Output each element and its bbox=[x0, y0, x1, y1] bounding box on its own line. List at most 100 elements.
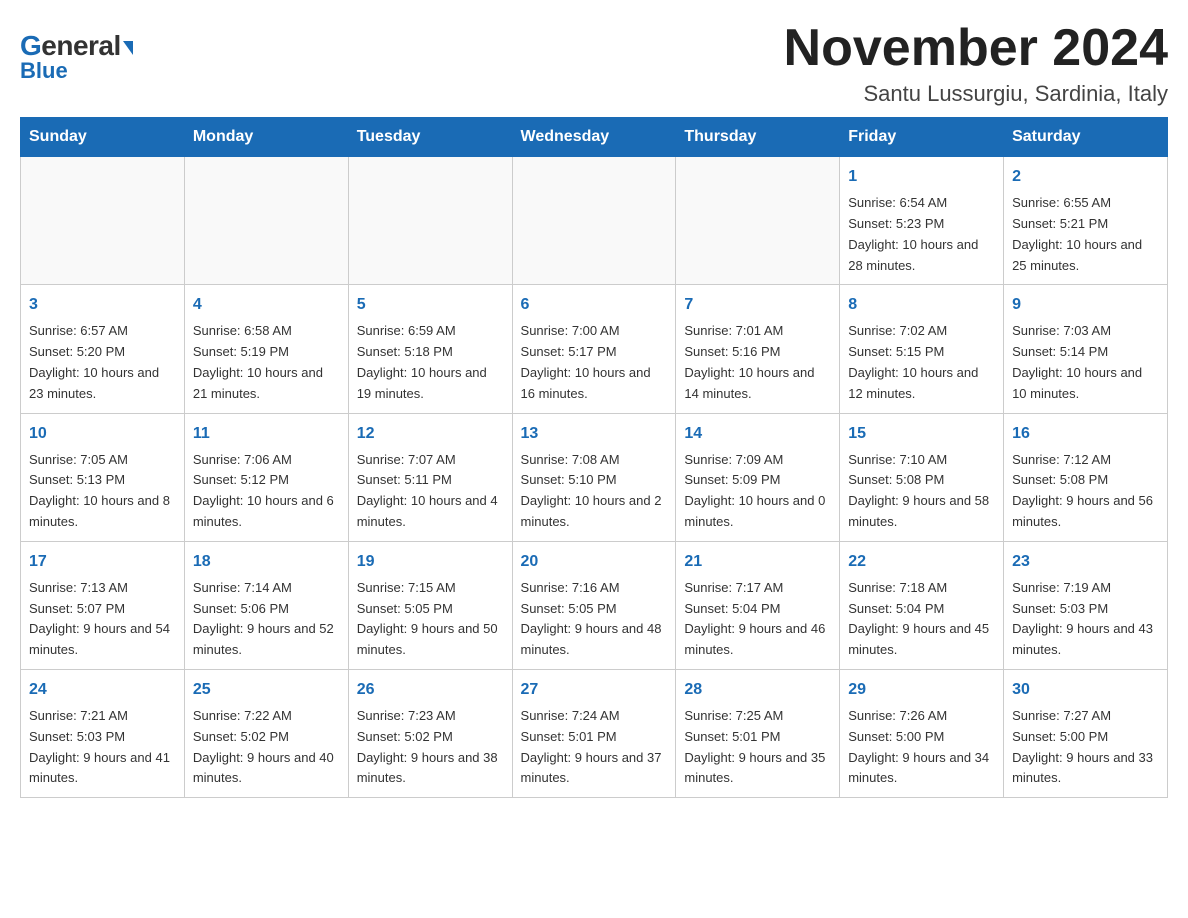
day-info: Sunrise: 7:10 AMSunset: 5:08 PMDaylight:… bbox=[848, 450, 995, 533]
logo: General Blue bbox=[20, 20, 133, 84]
calendar-cell: 4 Sunrise: 6:58 AMSunset: 5:19 PMDaylight… bbox=[184, 285, 348, 413]
day-info: Sunrise: 6:58 AMSunset: 5:19 PMDaylight:… bbox=[193, 321, 340, 404]
day-number: 13 bbox=[521, 422, 668, 446]
day-number: 20 bbox=[521, 550, 668, 574]
day-number: 23 bbox=[1012, 550, 1159, 574]
calendar-cell: 9 Sunrise: 7:03 AMSunset: 5:14 PMDaylight… bbox=[1004, 285, 1168, 413]
week-row-4: 17 Sunrise: 7:13 AMSunset: 5:07 PMDayligh… bbox=[21, 541, 1168, 669]
day-info: Sunrise: 7:21 AMSunset: 5:03 PMDaylight:… bbox=[29, 706, 176, 789]
week-row-5: 24 Sunrise: 7:21 AMSunset: 5:03 PMDayligh… bbox=[21, 669, 1168, 797]
calendar-header-thursday: Thursday bbox=[676, 118, 840, 157]
calendar-header-saturday: Saturday bbox=[1004, 118, 1168, 157]
day-number: 1 bbox=[848, 165, 995, 189]
calendar-cell: 22 Sunrise: 7:18 AMSunset: 5:04 PMDayligh… bbox=[840, 541, 1004, 669]
day-number: 9 bbox=[1012, 293, 1159, 317]
calendar-cell: 1 Sunrise: 6:54 AMSunset: 5:23 PMDaylight… bbox=[840, 157, 1004, 285]
day-number: 21 bbox=[684, 550, 831, 574]
week-row-3: 10 Sunrise: 7:05 AMSunset: 5:13 PMDayligh… bbox=[21, 413, 1168, 541]
calendar-cell: 5 Sunrise: 6:59 AMSunset: 5:18 PMDaylight… bbox=[348, 285, 512, 413]
day-info: Sunrise: 7:05 AMSunset: 5:13 PMDaylight:… bbox=[29, 450, 176, 533]
logo-blue-text: Blue bbox=[20, 58, 68, 84]
day-number: 11 bbox=[193, 422, 340, 446]
calendar-header-tuesday: Tuesday bbox=[348, 118, 512, 157]
day-info: Sunrise: 6:57 AMSunset: 5:20 PMDaylight:… bbox=[29, 321, 176, 404]
day-info: Sunrise: 7:25 AMSunset: 5:01 PMDaylight:… bbox=[684, 706, 831, 789]
calendar-table: SundayMondayTuesdayWednesdayThursdayFrid… bbox=[20, 117, 1168, 798]
day-info: Sunrise: 7:24 AMSunset: 5:01 PMDaylight:… bbox=[521, 706, 668, 789]
calendar-cell: 11 Sunrise: 7:06 AMSunset: 5:12 PMDayligh… bbox=[184, 413, 348, 541]
day-info: Sunrise: 7:14 AMSunset: 5:06 PMDaylight:… bbox=[193, 578, 340, 661]
page-header: General Blue November 2024 Santu Lussurg… bbox=[20, 20, 1168, 107]
day-number: 22 bbox=[848, 550, 995, 574]
day-number: 30 bbox=[1012, 678, 1159, 702]
calendar-cell: 21Sunrise: 7:17 AMSunset: 5:04 PMDayligh… bbox=[676, 541, 840, 669]
calendar-cell: 7 Sunrise: 7:01 AMSunset: 5:16 PMDaylight… bbox=[676, 285, 840, 413]
day-info: Sunrise: 7:23 AMSunset: 5:02 PMDaylight:… bbox=[357, 706, 504, 789]
calendar-cell: 26 Sunrise: 7:23 AMSunset: 5:02 PMDayligh… bbox=[348, 669, 512, 797]
day-info: Sunrise: 7:27 AMSunset: 5:00 PMDaylight:… bbox=[1012, 706, 1159, 789]
calendar-cell: 13 Sunrise: 7:08 AMSunset: 5:10 PMDayligh… bbox=[512, 413, 676, 541]
day-number: 25 bbox=[193, 678, 340, 702]
day-info: Sunrise: 7:09 AMSunset: 5:09 PMDaylight:… bbox=[684, 450, 831, 533]
calendar-cell: 29 Sunrise: 7:26 AMSunset: 5:00 PMDayligh… bbox=[840, 669, 1004, 797]
day-number: 4 bbox=[193, 293, 340, 317]
calendar-cell: 12Sunrise: 7:07 AMSunset: 5:11 PMDayligh… bbox=[348, 413, 512, 541]
day-info: Sunrise: 7:03 AMSunset: 5:14 PMDaylight:… bbox=[1012, 321, 1159, 404]
day-info: Sunrise: 7:26 AMSunset: 5:00 PMDaylight:… bbox=[848, 706, 995, 789]
title-block: November 2024 Santu Lussurgiu, Sardinia,… bbox=[784, 20, 1168, 107]
day-number: 10 bbox=[29, 422, 176, 446]
day-number: 15 bbox=[848, 422, 995, 446]
calendar-cell bbox=[676, 157, 840, 285]
calendar-cell: 15 Sunrise: 7:10 AMSunset: 5:08 PMDayligh… bbox=[840, 413, 1004, 541]
calendar-cell: 24 Sunrise: 7:21 AMSunset: 5:03 PMDayligh… bbox=[21, 669, 185, 797]
day-info: Sunrise: 7:01 AMSunset: 5:16 PMDaylight:… bbox=[684, 321, 831, 404]
calendar-cell: 8Sunrise: 7:02 AMSunset: 5:15 PMDaylight… bbox=[840, 285, 1004, 413]
day-info: Sunrise: 7:13 AMSunset: 5:07 PMDaylight:… bbox=[29, 578, 176, 661]
day-number: 29 bbox=[848, 678, 995, 702]
calendar-header-sunday: Sunday bbox=[21, 118, 185, 157]
day-info: Sunrise: 6:59 AMSunset: 5:18 PMDaylight:… bbox=[357, 321, 504, 404]
calendar-cell: 10 Sunrise: 7:05 AMSunset: 5:13 PMDayligh… bbox=[21, 413, 185, 541]
day-number: 24 bbox=[29, 678, 176, 702]
week-row-1: 1 Sunrise: 6:54 AMSunset: 5:23 PMDaylight… bbox=[21, 157, 1168, 285]
day-number: 2 bbox=[1012, 165, 1159, 189]
day-info: Sunrise: 7:07 AMSunset: 5:11 PMDaylight:… bbox=[357, 450, 504, 533]
calendar-header-monday: Monday bbox=[184, 118, 348, 157]
calendar-cell: 16Sunrise: 7:12 AMSunset: 5:08 PMDayligh… bbox=[1004, 413, 1168, 541]
day-number: 6 bbox=[521, 293, 668, 317]
day-number: 26 bbox=[357, 678, 504, 702]
day-info: Sunrise: 7:15 AMSunset: 5:05 PMDaylight:… bbox=[357, 578, 504, 661]
day-number: 28 bbox=[684, 678, 831, 702]
day-number: 3 bbox=[29, 293, 176, 317]
day-info: Sunrise: 6:54 AMSunset: 5:23 PMDaylight:… bbox=[848, 193, 995, 276]
calendar-cell: 30 Sunrise: 7:27 AMSunset: 5:00 PMDayligh… bbox=[1004, 669, 1168, 797]
day-number: 17 bbox=[29, 550, 176, 574]
calendar-cell: 17 Sunrise: 7:13 AMSunset: 5:07 PMDayligh… bbox=[21, 541, 185, 669]
day-info: Sunrise: 7:06 AMSunset: 5:12 PMDaylight:… bbox=[193, 450, 340, 533]
day-info: Sunrise: 7:22 AMSunset: 5:02 PMDaylight:… bbox=[193, 706, 340, 789]
day-info: Sunrise: 7:02 AMSunset: 5:15 PMDaylight:… bbox=[848, 321, 995, 404]
page-subtitle: Santu Lussurgiu, Sardinia, Italy bbox=[784, 81, 1168, 107]
calendar-cell: 28 Sunrise: 7:25 AMSunset: 5:01 PMDayligh… bbox=[676, 669, 840, 797]
day-number: 19 bbox=[357, 550, 504, 574]
day-number: 5 bbox=[357, 293, 504, 317]
calendar-cell: 18 Sunrise: 7:14 AMSunset: 5:06 PMDayligh… bbox=[184, 541, 348, 669]
calendar-cell: 20 Sunrise: 7:16 AMSunset: 5:05 PMDayligh… bbox=[512, 541, 676, 669]
calendar-cell bbox=[512, 157, 676, 285]
day-info: Sunrise: 7:08 AMSunset: 5:10 PMDaylight:… bbox=[521, 450, 668, 533]
calendar-cell: 2 Sunrise: 6:55 AMSunset: 5:21 PMDaylight… bbox=[1004, 157, 1168, 285]
day-number: 7 bbox=[684, 293, 831, 317]
day-info: Sunrise: 7:16 AMSunset: 5:05 PMDaylight:… bbox=[521, 578, 668, 661]
day-info: Sunrise: 7:18 AMSunset: 5:04 PMDaylight:… bbox=[848, 578, 995, 661]
calendar-cell: 25 Sunrise: 7:22 AMSunset: 5:02 PMDayligh… bbox=[184, 669, 348, 797]
day-info: Sunrise: 7:12 AMSunset: 5:08 PMDaylight:… bbox=[1012, 450, 1159, 533]
calendar-cell: 6Sunrise: 7:00 AMSunset: 5:17 PMDaylight… bbox=[512, 285, 676, 413]
day-number: 14 bbox=[684, 422, 831, 446]
calendar-cell: 14 Sunrise: 7:09 AMSunset: 5:09 PMDayligh… bbox=[676, 413, 840, 541]
calendar-cell: 23Sunrise: 7:19 AMSunset: 5:03 PMDayligh… bbox=[1004, 541, 1168, 669]
calendar-cell bbox=[184, 157, 348, 285]
day-number: 18 bbox=[193, 550, 340, 574]
day-info: Sunrise: 6:55 AMSunset: 5:21 PMDaylight:… bbox=[1012, 193, 1159, 276]
calendar-cell: 3 Sunrise: 6:57 AMSunset: 5:20 PMDaylight… bbox=[21, 285, 185, 413]
calendar-cell: 27Sunrise: 7:24 AMSunset: 5:01 PMDayligh… bbox=[512, 669, 676, 797]
